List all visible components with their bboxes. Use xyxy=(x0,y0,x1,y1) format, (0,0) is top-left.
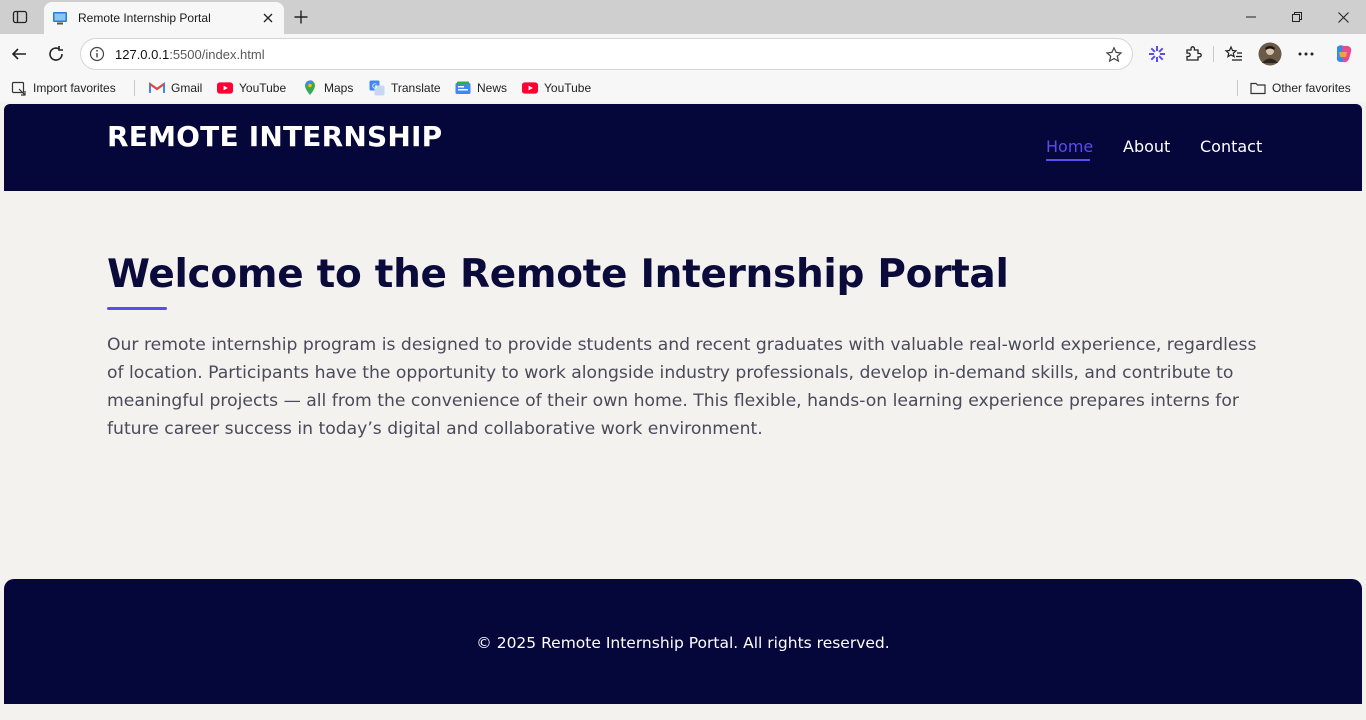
refresh-icon xyxy=(49,46,63,61)
favorites-list-icon xyxy=(1224,45,1242,61)
youtube-icon xyxy=(217,80,233,96)
url-host: 127.0.0.1 xyxy=(115,46,170,62)
bookmark-label: YouTube xyxy=(544,81,592,95)
tab-close-button[interactable] xyxy=(260,10,276,26)
bookmark-maps[interactable]: Maps xyxy=(302,79,353,97)
arrow-left-icon xyxy=(11,48,26,60)
page-favicon-icon xyxy=(53,12,67,25)
extensions-button[interactable] xyxy=(1180,41,1206,67)
back-button[interactable] xyxy=(6,41,32,67)
minimize-button[interactable] xyxy=(1228,0,1274,34)
avatar xyxy=(1258,42,1282,66)
browser-toolbar: 127.0.0.1:5500/index.html xyxy=(0,34,1366,74)
puzzle-icon xyxy=(1186,46,1202,61)
tab-actions-button[interactable] xyxy=(6,5,34,29)
copilot-icon xyxy=(1336,45,1352,63)
site-footer: © 2025 Remote Internship Portal. All rig… xyxy=(4,579,1362,704)
profile-button[interactable] xyxy=(1257,41,1283,67)
svg-text:G: G xyxy=(372,83,377,91)
news-icon xyxy=(455,80,471,96)
bookmark-news[interactable]: News xyxy=(455,79,507,97)
page-title: Welcome to the Remote Internship Portal xyxy=(107,252,1009,297)
refresh-button[interactable] xyxy=(43,41,69,67)
bookmark-label: Gmail xyxy=(171,81,203,95)
url-path: :5500/index.html xyxy=(169,46,265,62)
bookmark-gmail[interactable]: Gmail xyxy=(149,79,202,97)
import-icon xyxy=(11,80,27,96)
bookmark-divider xyxy=(134,80,135,96)
footer-copyright: © 2025 Remote Internship Portal. All rig… xyxy=(476,634,890,652)
settings-more-button[interactable] xyxy=(1293,41,1319,67)
new-tab-button[interactable] xyxy=(290,6,312,28)
nav-about-link[interactable]: About xyxy=(1123,137,1170,156)
tab-title: Remote Internship Portal xyxy=(78,11,211,25)
sparkle-extension-icon xyxy=(1149,46,1165,62)
address-bar[interactable]: 127.0.0.1:5500/index.html xyxy=(80,38,1133,70)
nav-active-underline xyxy=(1046,159,1090,161)
intro-paragraph: Our remote internship program is designe… xyxy=(107,335,1257,439)
more-dots-icon xyxy=(1298,52,1314,56)
title-underline xyxy=(107,307,167,310)
close-window-button[interactable] xyxy=(1320,0,1366,34)
bookmark-divider xyxy=(1237,80,1238,96)
youtube-icon xyxy=(522,80,538,96)
site-info-icon[interactable] xyxy=(88,45,106,63)
copilot-button[interactable] xyxy=(1330,41,1356,67)
bookmark-label: Import favorites xyxy=(33,81,116,95)
tab-actions-icon xyxy=(12,10,28,24)
tab-strip: Remote Internship Portal xyxy=(0,0,1366,34)
folder-icon xyxy=(1250,80,1266,96)
close-icon xyxy=(263,13,273,23)
bookmark-translate[interactable]: G Translate xyxy=(369,79,441,97)
bookmark-label: Maps xyxy=(324,81,354,95)
bookmark-label: YouTube xyxy=(239,81,287,95)
toolbar-divider xyxy=(1213,46,1214,62)
favorites-button[interactable] xyxy=(1221,41,1247,67)
restore-icon xyxy=(1292,12,1302,22)
star-icon xyxy=(1105,46,1123,63)
browser-tab[interactable]: Remote Internship Portal xyxy=(44,2,284,34)
extension-button[interactable] xyxy=(1144,41,1170,67)
bookmark-label: News xyxy=(477,81,508,95)
bookmarks-bar: Import favorites Gmail YouTube Maps G Tr… xyxy=(0,74,1366,102)
bookmark-other-favorites[interactable]: Other favorites xyxy=(1250,79,1351,97)
site-header: REMOTE INTERNSHIP Home About Contact xyxy=(4,104,1362,191)
minimize-icon xyxy=(1246,16,1256,18)
bookmark-import-favorites[interactable]: Import favorites xyxy=(11,79,116,97)
page-viewport: REMOTE INTERNSHIP Home About Contact Wel… xyxy=(0,102,1366,720)
maps-icon xyxy=(302,80,318,96)
bookmark-youtube[interactable]: YouTube xyxy=(217,79,286,97)
bookmark-youtube[interactable]: YouTube xyxy=(522,79,591,97)
favorite-star-button[interactable] xyxy=(1104,45,1124,65)
restore-button[interactable] xyxy=(1274,0,1320,34)
bookmark-label: Other favorites xyxy=(1272,81,1351,95)
page-bottom xyxy=(0,704,1366,720)
bookmark-label: Translate xyxy=(391,81,441,95)
nav-home-link[interactable]: Home xyxy=(1046,137,1093,156)
gmail-icon xyxy=(149,80,165,96)
site-logo[interactable]: REMOTE INTERNSHIP xyxy=(107,120,442,153)
url-text: 127.0.0.1:5500/index.html xyxy=(115,47,265,62)
nav-contact-link[interactable]: Contact xyxy=(1200,137,1262,156)
close-icon xyxy=(1337,11,1349,23)
translate-icon: G xyxy=(369,80,385,96)
plus-icon xyxy=(294,10,308,24)
